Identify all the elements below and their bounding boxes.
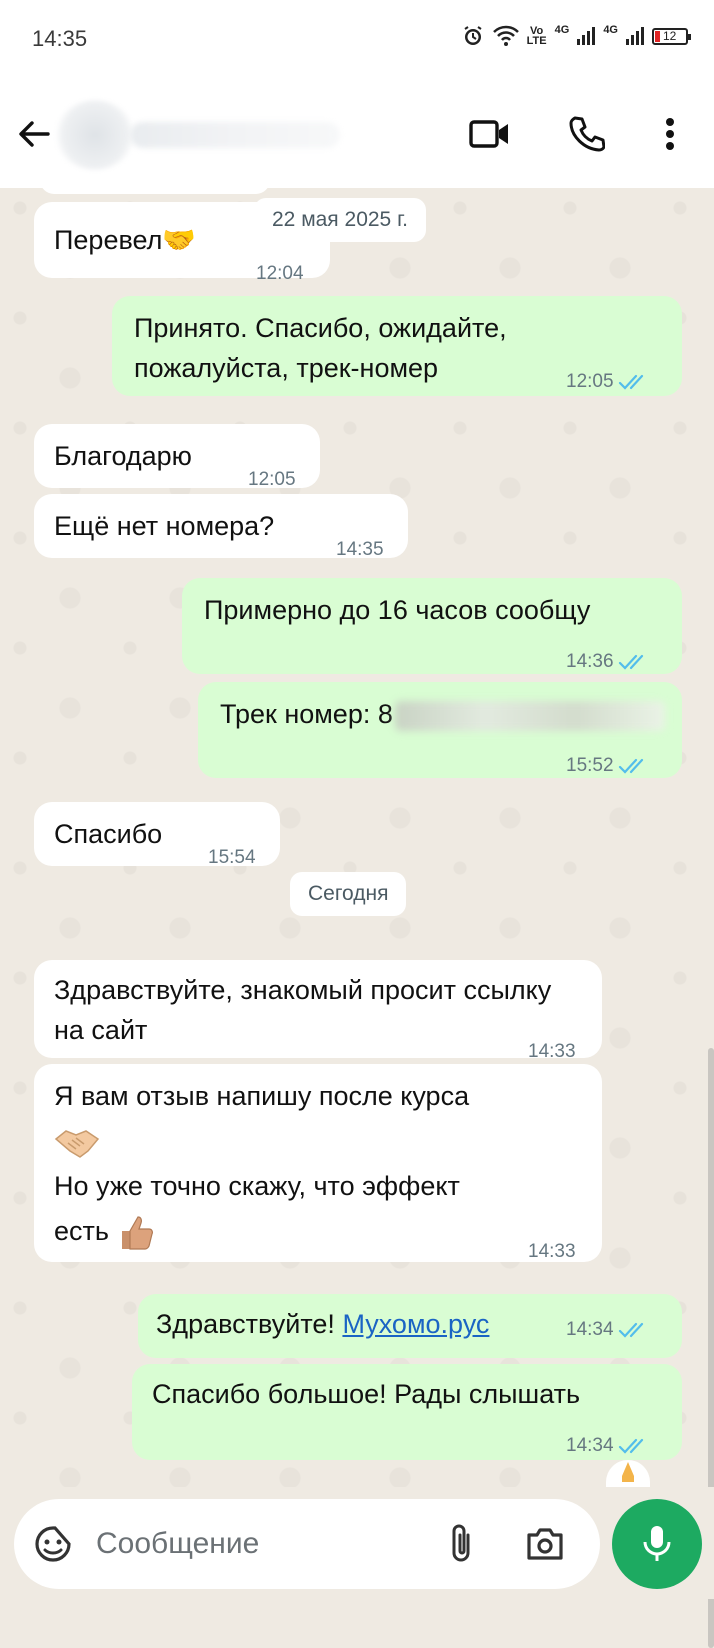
message-out[interactable]: Спасибо большое! Рады слышать 14:34 xyxy=(132,1364,682,1460)
tracking-number-blurred xyxy=(394,700,665,731)
date-divider-today: Сегодня xyxy=(290,872,407,916)
message-input[interactable] xyxy=(94,1523,428,1565)
contact-name-blurred[interactable] xyxy=(130,122,340,148)
status-icons: Vo LTE 4G 4G 12 xyxy=(461,24,691,48)
message-text: Примерно до 16 часов сообщу xyxy=(204,595,591,625)
message-out[interactable]: Примерно до 16 часов сообщу 14:36 xyxy=(182,578,682,674)
message-time: 15:52 xyxy=(566,746,650,786)
message-time: 12:04 xyxy=(256,263,304,284)
battery-icon: 12 xyxy=(652,27,691,45)
status-time: 14:35 xyxy=(32,26,88,51)
message-in[interactable]: Спасибо 15:54 xyxy=(34,802,280,868)
phone-icon[interactable] xyxy=(564,112,608,156)
message-out[interactable]: Трек номер: 8 15:52 xyxy=(198,682,682,778)
chat-area[interactable]: Перевел🤝 12:04 22 мая 2025 г. Принято. С… xyxy=(0,176,714,1648)
message-text: Принято. Спасибо, ожидайте, пожалуйста, … xyxy=(134,313,507,383)
message-text: Здравствуйте! Мухомо.рус xyxy=(156,1309,490,1339)
website-link[interactable]: Мухомо.рус xyxy=(342,1309,489,1339)
message-text: Перевел🤝 xyxy=(54,225,196,255)
message-text: Ещё нет номера? xyxy=(54,511,275,541)
message-time: 14:33 xyxy=(528,1241,576,1262)
message-text: Благодарю xyxy=(54,441,192,471)
message-time: 14:35 xyxy=(336,539,384,560)
video-camera-icon[interactable] xyxy=(468,112,512,156)
read-ticks-icon xyxy=(618,1438,643,1454)
message-text: Спасибо большое! Рады слышать xyxy=(152,1379,581,1409)
read-ticks-icon xyxy=(618,758,643,774)
message-text: Здравствуйте, знакомый просит ссылку на … xyxy=(54,975,552,1045)
status-bar: 14:35 Vo LTE 4G 4G 12 xyxy=(0,0,714,82)
wifi-icon xyxy=(492,25,519,46)
date-divider: 22 мая 2025 г. xyxy=(254,198,426,242)
message-in[interactable]: Здравствуйте, знакомый просит ссылку на … xyxy=(34,960,602,1062)
input-bar xyxy=(0,1487,714,1599)
message-box[interactable] xyxy=(14,1499,600,1589)
thumbs-up-emoji xyxy=(122,1216,154,1250)
message-out[interactable]: Принято. Спасибо, ожидайте, пожалуйста, … xyxy=(112,296,682,396)
message-out[interactable]: Здравствуйте! Мухомо.рус 14:34 xyxy=(138,1294,682,1358)
message-text: Трек номер: 8 xyxy=(220,694,665,734)
message-time: 14:34 xyxy=(566,1310,650,1350)
avatar[interactable] xyxy=(55,100,135,170)
message-time: 14:36 xyxy=(566,642,650,682)
arrow-left-icon[interactable] xyxy=(16,116,52,152)
message-time: 15:54 xyxy=(208,847,256,868)
message-time: 12:05 xyxy=(566,362,650,402)
network-type-1: 4G xyxy=(554,24,570,36)
read-ticks-icon xyxy=(618,374,643,390)
camera-icon[interactable] xyxy=(522,1521,568,1567)
message-bubble-partial xyxy=(40,176,270,194)
folded-hands-icon xyxy=(622,1462,634,1482)
message-in[interactable]: Я вам отзыв напишу после курса Но уже то… xyxy=(34,1064,602,1262)
message-in[interactable]: Благодарю 12:05 xyxy=(34,424,320,490)
sticker-icon[interactable] xyxy=(30,1521,76,1567)
read-ticks-icon xyxy=(618,1322,643,1338)
signal-icon xyxy=(577,27,596,45)
microphone-icon[interactable] xyxy=(612,1499,702,1589)
volte-indicator: Vo LTE xyxy=(526,25,547,47)
message-text: Спасибо xyxy=(54,819,163,849)
signal-icon-2 xyxy=(626,27,644,45)
more-vertical-icon[interactable] xyxy=(648,112,692,156)
message-text: Я вам отзыв напишу после курса Но уже то… xyxy=(54,1074,594,1254)
paperclip-icon[interactable] xyxy=(438,1521,484,1567)
read-ticks-icon xyxy=(618,654,643,670)
alarm-icon xyxy=(464,26,482,45)
chat-header xyxy=(0,82,714,188)
network-type-2: 4G xyxy=(603,24,618,36)
message-in[interactable]: Ещё нет номера? 14:35 xyxy=(34,494,408,560)
handshake-emoji xyxy=(54,1130,100,1158)
